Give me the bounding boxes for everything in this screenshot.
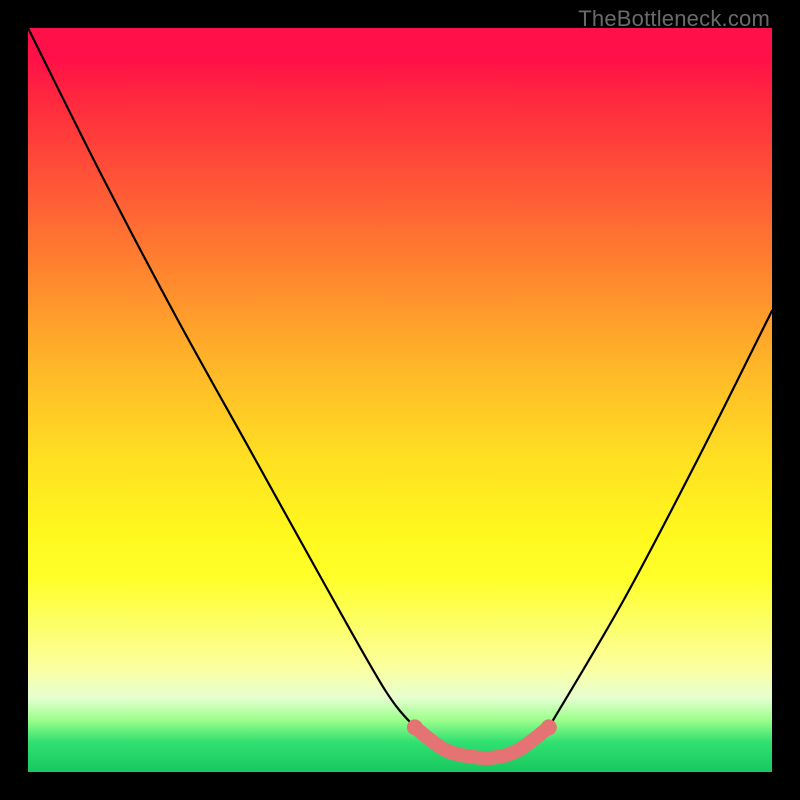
chart-frame: TheBottleneck.com bbox=[0, 0, 800, 800]
bottleneck-curve-svg bbox=[28, 28, 772, 772]
bottleneck-curve-left bbox=[28, 28, 415, 727]
bottleneck-curve-right bbox=[549, 311, 772, 728]
watermark-text: TheBottleneck.com bbox=[578, 6, 770, 32]
flat-zone-endpoint-left bbox=[407, 719, 423, 735]
flat-zone-highlight bbox=[415, 727, 549, 758]
flat-zone-endpoint-right bbox=[541, 719, 557, 735]
